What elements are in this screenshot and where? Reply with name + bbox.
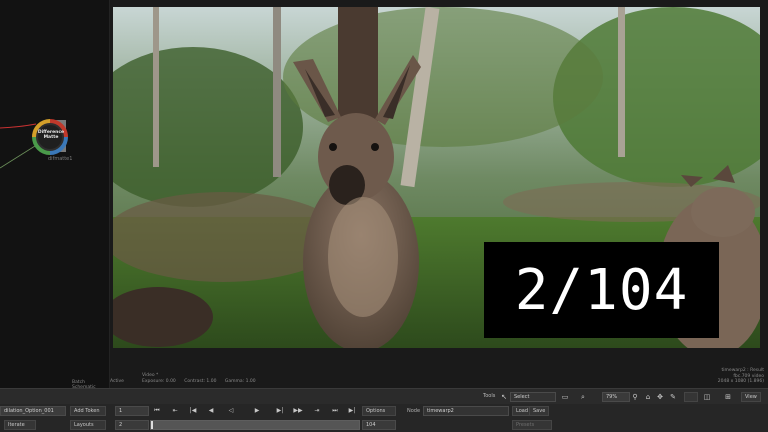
viewport-layout-icon[interactable]: ▭ [560, 392, 570, 402]
go-to-start-icon[interactable]: ⏮ [152, 406, 162, 416]
tools-label[interactable]: Tools [483, 393, 495, 399]
schematic-footer-label: Batch Schematic [72, 380, 96, 388]
view-button[interactable]: View [741, 392, 761, 402]
step-forward-icon[interactable]: ▶| [275, 406, 285, 416]
step-back-icon[interactable]: ◀ [206, 406, 216, 416]
end-icon[interactable]: ▶| [347, 406, 357, 416]
viewer-adjustments: Exposure: 0.00 Contrast: 1.00 Gamma: 1.0… [142, 379, 263, 384]
batch-option-field[interactable]: dilation_Option_001 [0, 406, 66, 416]
start-frame-field[interactable]: 1 [115, 406, 149, 416]
node-name: difmatte1 [48, 156, 73, 162]
resolution: 2048 x 1080 (1.896) [717, 379, 764, 384]
out-point-icon[interactable]: ⇥ [312, 406, 322, 416]
display-mode-icon[interactable]: ◫ [702, 392, 712, 402]
viewer-toolbar: Tools ↖ Select ▭ ⌕ 79% ⚲ ⌂ ✥ ✎ ◫ ⊞ View [0, 388, 768, 404]
timeline-row: Iterate Layouts 2 104 Presets [0, 418, 768, 432]
iterate-dropdown[interactable]: Iterate [4, 420, 36, 430]
player-controls-row: dilation_Option_001 Add Token 1 ⏮ ⇤ |◀ ◀… [0, 404, 768, 418]
end-frame-field[interactable]: 104 [362, 420, 396, 430]
exposure-value[interactable]: Exposure: 0.00 [142, 379, 176, 384]
pan-icon[interactable]: ✥ [655, 392, 665, 402]
cursor-icon[interactable]: ↖ [499, 392, 509, 402]
layout-grid-icon[interactable]: ⊞ [723, 392, 733, 402]
add-token-button[interactable]: Add Token [70, 406, 106, 416]
current-frame-field[interactable]: 2 [115, 420, 149, 430]
select-dropdown[interactable]: Select [510, 392, 556, 402]
eyedropper-icon[interactable]: ✎ [668, 392, 678, 402]
link-icon[interactable]: ⚲ [630, 392, 640, 402]
image-viewer[interactable]: 2/104 Active Video * Exposure: 0.00 Cont… [110, 0, 768, 388]
schematic-canvas [0, 119, 68, 169]
node-label: Node [407, 408, 421, 414]
options-dropdown[interactable]: Options [362, 406, 396, 416]
presets-dropdown[interactable]: Presets [512, 420, 552, 430]
gamma-value[interactable]: Gamma: 1.00 [225, 379, 256, 384]
home-icon[interactable]: ⌂ [643, 392, 653, 402]
node-title: Difference Matte [37, 130, 65, 140]
play-icon[interactable]: ▶ [252, 406, 262, 416]
next-key-icon[interactable]: ▶▶ [293, 406, 303, 416]
prev-key-icon[interactable]: |◀ [188, 406, 198, 416]
viewer-image: 2/104 [113, 7, 760, 348]
playhead[interactable] [151, 421, 153, 429]
node-name-field[interactable]: timewarp2 [423, 406, 509, 416]
layouts-dropdown[interactable]: Layouts [70, 420, 106, 430]
in-point-icon[interactable]: ⇤ [170, 406, 180, 416]
result-name: timewarp2 : Result [721, 368, 764, 373]
play-reverse-icon[interactable]: ◁ [226, 406, 236, 416]
frame-counter-overlay: 2/104 [484, 242, 719, 338]
timeline-scrubber[interactable] [150, 420, 360, 430]
zoom-search-icon[interactable]: ⌕ [578, 392, 588, 402]
save-button[interactable]: Save [529, 406, 550, 416]
color-swatch-dropdown[interactable] [684, 392, 698, 402]
go-to-end-icon[interactable]: ⏭ [330, 406, 340, 416]
zoom-dropdown[interactable]: 79% [602, 392, 630, 402]
batch-schematic-panel[interactable]: Difference Matte difmatte1 Batch Schemat… [0, 0, 110, 388]
viewer-info-right: timewarp2 : Result fbc.709 video 2048 x … [718, 368, 764, 385]
active-label: Active [110, 379, 124, 384]
contrast-value[interactable]: Contrast: 1.00 [184, 379, 216, 384]
channel-label[interactable]: Video * [142, 373, 158, 378]
